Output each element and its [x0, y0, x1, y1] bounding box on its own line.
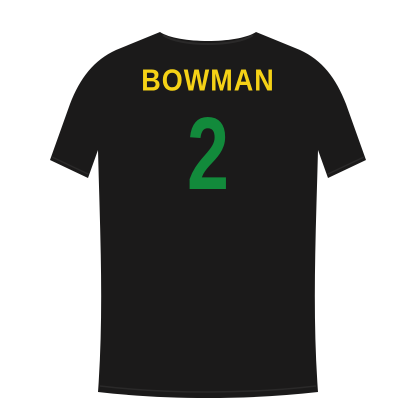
player-name: BOWMAN: [141, 63, 275, 98]
player-number: 2: [187, 97, 229, 212]
product-image: BOWMAN 2: [0, 0, 416, 416]
